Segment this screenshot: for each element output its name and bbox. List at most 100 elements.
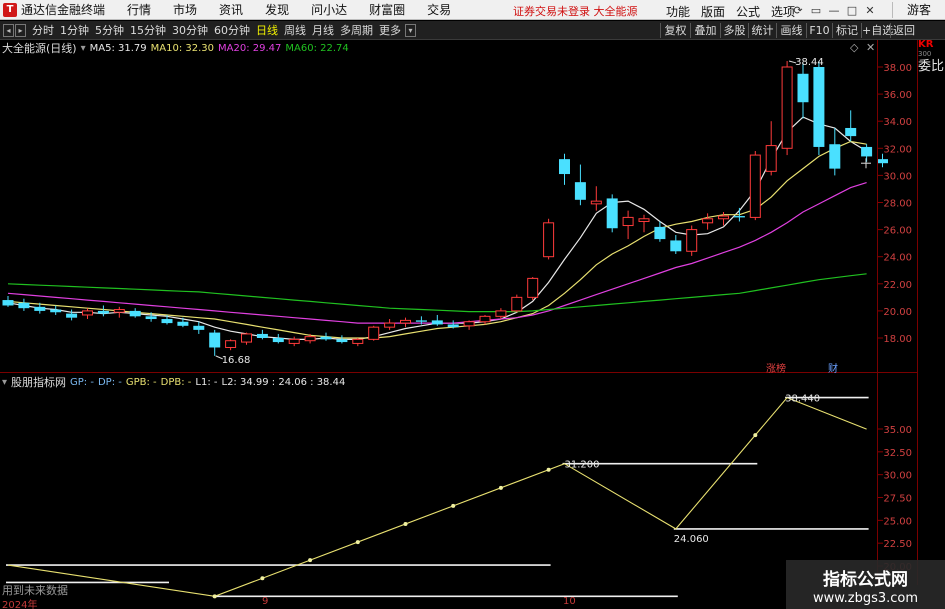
price-axis-label-6: 26.00: [883, 226, 912, 237]
candle-39[interactable]: [622, 210, 634, 240]
candle-body: [606, 198, 618, 229]
candle-47[interactable]: [749, 151, 761, 221]
candle-body: [2, 300, 14, 306]
candle-42[interactable]: [670, 235, 682, 254]
x-axis-tick-10: 10: [563, 596, 576, 607]
candle-body: [352, 338, 364, 344]
candle-body: [829, 144, 841, 169]
zigzag-dot-5: [451, 503, 456, 508]
candle-body: [638, 218, 650, 222]
candle-body: [877, 159, 888, 164]
candle-52[interactable]: [829, 127, 841, 176]
candle-36[interactable]: [574, 164, 586, 206]
candle-22[interactable]: [352, 338, 364, 347]
watermark-title: 指标公式网: [823, 570, 908, 590]
candle-49[interactable]: [781, 61, 793, 156]
candle-body: [66, 313, 78, 318]
candle-body: [209, 332, 221, 348]
candle-53[interactable]: [845, 110, 857, 142]
candle-33[interactable]: [527, 277, 539, 301]
candle-7[interactable]: [113, 306, 125, 318]
price-axis-label-5: 28.00: [883, 199, 912, 210]
zigzag-dot-7: [546, 467, 551, 472]
candle-body: [718, 215, 729, 220]
candle-29[interactable]: [463, 320, 475, 330]
candle-17[interactable]: [272, 333, 284, 344]
candle-5[interactable]: [82, 308, 93, 320]
candle-3[interactable]: [50, 305, 62, 315]
candle-24[interactable]: [384, 319, 396, 330]
candle-body: [861, 146, 873, 157]
candle-body: [82, 310, 93, 316]
zt-badge[interactable]: 涨榜: [766, 360, 786, 375]
candle-body: [18, 302, 30, 309]
candle-body: [256, 333, 268, 338]
sub-axis-label-5: 22.50: [883, 539, 912, 550]
candle-body: [400, 319, 411, 324]
candle-body: [193, 325, 205, 330]
candle-27[interactable]: [431, 314, 443, 326]
candle-body: [161, 319, 173, 324]
candle-37[interactable]: [590, 186, 602, 211]
candle-14[interactable]: [225, 339, 237, 351]
ma60-line: [7, 273, 867, 313]
candle-body: [241, 333, 252, 343]
candle-21[interactable]: [336, 335, 348, 344]
candle-18[interactable]: [288, 336, 300, 347]
candle-23[interactable]: [368, 325, 380, 341]
candle-13[interactable]: [209, 329, 221, 356]
candle-body: [765, 145, 777, 172]
candle-54[interactable]: [861, 144, 873, 162]
candle-body: [320, 336, 332, 340]
zigzag-dot-2: [308, 558, 313, 563]
zigzag-dot-8: [753, 433, 758, 438]
candle-34[interactable]: [543, 218, 555, 260]
candle-43[interactable]: [686, 225, 698, 256]
candle-6[interactable]: [97, 305, 109, 317]
candle-body: [384, 322, 396, 328]
candle-body: [797, 73, 809, 103]
candle-30[interactable]: [479, 314, 491, 325]
finance-badge[interactable]: 财: [828, 360, 838, 375]
candle-body: [733, 216, 745, 218]
candle-body: [543, 222, 555, 258]
candle-25[interactable]: [400, 317, 411, 328]
candle-32[interactable]: [511, 294, 523, 313]
kline-chart[interactable]: 38.00 36.00 34.00 32.00 30.00 28.00 26.00 24.00…: [0, 0, 945, 609]
candle-48[interactable]: [765, 121, 777, 176]
candle-55[interactable]: [877, 153, 888, 168]
zigzag-dot-1: [260, 576, 265, 581]
candle-body: [670, 240, 682, 252]
candle-body: [368, 326, 380, 340]
candle-15[interactable]: [241, 332, 252, 345]
candle-50[interactable]: [797, 62, 809, 119]
price-axis-label-3: 32.00: [883, 144, 912, 155]
candle-body: [97, 310, 109, 314]
candle-1[interactable]: [18, 298, 30, 311]
candle-35[interactable]: [559, 153, 570, 185]
zigzag-dot-0: [212, 594, 217, 599]
candle-body: [177, 321, 189, 326]
candle-0[interactable]: [2, 295, 14, 307]
candle-38[interactable]: [606, 194, 618, 233]
high-price-label: 38.44: [795, 57, 824, 68]
candle-body: [511, 296, 523, 312]
candle-body: [225, 340, 237, 348]
quote-panel: KR 300 委比卖五卖四卖三卖二卖一买一买二买三买四买五现价涨跌涨幅总量外盘换…: [918, 40, 945, 585]
candle-16[interactable]: [256, 329, 268, 340]
candle-8[interactable]: [129, 308, 141, 318]
candle-body: [495, 310, 507, 317]
price-axis-label-1: 36.00: [883, 90, 912, 101]
watermark: 指标公式网 www.zbgs3.com: [786, 560, 945, 609]
price-axis-label-2: 34.00: [883, 117, 912, 128]
candle-body: [702, 218, 714, 224]
candle-20[interactable]: [320, 332, 332, 341]
candle-body: [34, 306, 46, 311]
candle-body: [129, 310, 141, 317]
candle-body: [559, 159, 570, 175]
candle-body: [145, 316, 157, 320]
watermark-url: www.zbgs3.com: [812, 591, 919, 606]
candle-44[interactable]: [702, 213, 714, 230]
candle-40[interactable]: [638, 214, 650, 233]
candle-51[interactable]: [813, 61, 825, 156]
